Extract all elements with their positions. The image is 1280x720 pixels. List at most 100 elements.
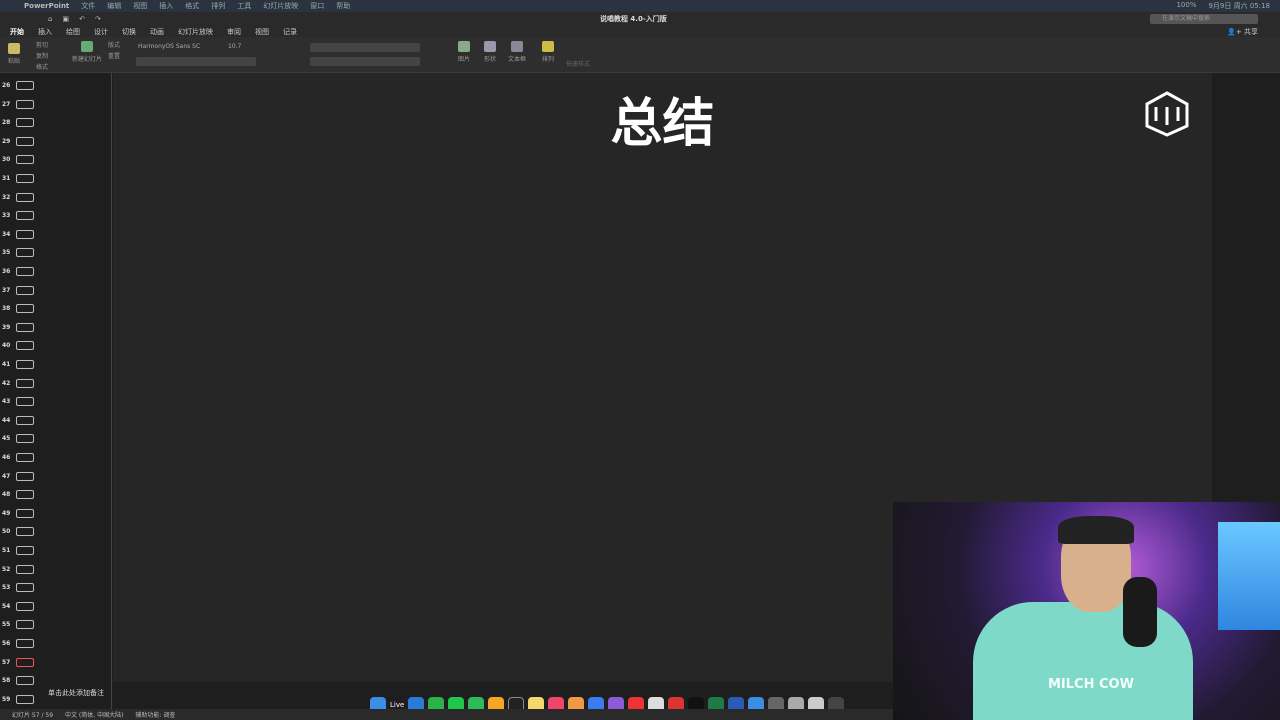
slide-thumbnail[interactable]: 55 (2, 620, 34, 630)
menu-slideshow[interactable]: 幻灯片放映 (263, 1, 298, 11)
shapes-label: 形状 (484, 56, 497, 63)
background-monitor (1218, 522, 1280, 630)
menu-arrange[interactable]: 排列 (211, 1, 225, 11)
shapes-button[interactable]: 形状 (484, 41, 496, 63)
format-painter-button[interactable]: 格式 (36, 62, 48, 71)
tab-design[interactable]: 设计 (94, 27, 108, 37)
text-format-field[interactable] (136, 57, 256, 66)
live-app[interactable]: Live (390, 701, 404, 709)
slide-thumbnail[interactable]: 58 (2, 676, 34, 686)
slide-thumbnail[interactable]: 29 (2, 136, 34, 146)
menu-window[interactable]: 窗口 (310, 1, 324, 11)
menu-file[interactable]: 文件 (81, 1, 95, 11)
slide-number: 31 (2, 175, 11, 182)
slide-thumbnail[interactable]: 37 (2, 285, 34, 295)
slide-thumbnail[interactable]: 35 (2, 248, 34, 258)
slide-thumbnail[interactable]: 52 (2, 564, 34, 574)
menu-format[interactable]: 格式 (185, 1, 199, 11)
paragraph-field[interactable] (310, 43, 420, 52)
slide-thumbnail[interactable]: 39 (2, 322, 34, 332)
slide-thumbnails[interactable]: 26 27 28 29 30 31 32 33 34 35 36 37 38 39 40 41 42 43 44 45… (0, 73, 112, 709)
slide-number: 34 (2, 230, 11, 238)
slide-thumbnail[interactable]: 56 (2, 639, 34, 648)
quick-styles-button[interactable]: 快速样式 (566, 59, 590, 68)
slide-thumbnail[interactable]: 59 (2, 694, 34, 704)
menu-view[interactable]: 视图 (133, 1, 147, 11)
slide-thumbnail[interactable]: 48 (2, 490, 34, 500)
slide-thumbnail[interactable]: 32 (2, 192, 34, 202)
language-status[interactable]: 中文 (简体, 中国大陆) (65, 710, 123, 719)
clock[interactable]: 9月9日 周六 05:18 (1208, 1, 1270, 11)
tab-review[interactable]: 审阅 (227, 27, 241, 37)
slide-thumbnail[interactable]: 54 (2, 601, 34, 611)
paste-button[interactable]: 粘贴 (8, 43, 20, 65)
slide-thumbnail[interactable]: 47 (2, 471, 34, 481)
picture-button[interactable]: 图片 (458, 41, 470, 63)
slide-thumbnail[interactable]: 38 (2, 304, 34, 314)
slide-thumbnail[interactable]: 31 (2, 174, 34, 183)
menu-bar: PowerPoint 文件 编辑 视图 插入 格式 排列 工具 幻灯片放映 窗口… (0, 0, 1280, 12)
tab-slideshow[interactable]: 幻灯片放映 (178, 27, 213, 37)
slide-title[interactable]: 总结 (113, 81, 1212, 156)
tab-view[interactable]: 视图 (255, 27, 269, 37)
slide-thumbnail[interactable]: 57 (2, 657, 34, 667)
share-button[interactable]: 👤+ 共享 (1227, 27, 1258, 37)
slide-preview (16, 322, 34, 332)
search-input[interactable]: 在演示文稿中搜索 (1150, 14, 1258, 24)
notes-placeholder[interactable]: 单击此处添加备注 (48, 688, 104, 698)
redo-icon[interactable]: ↷ (95, 15, 101, 23)
slide-thumbnail[interactable]: 28 (2, 118, 34, 128)
slide-thumbnail[interactable]: 26 (2, 81, 34, 90)
copy-button[interactable]: 复制 (36, 51, 48, 60)
slide-thumbnail[interactable]: 27 (2, 99, 34, 109)
slide-thumbnail[interactable]: 33 (2, 211, 34, 221)
slide-thumbnail[interactable]: 50 (2, 527, 34, 537)
slide-preview (16, 583, 34, 593)
slide-thumbnail[interactable]: 30 (2, 155, 34, 165)
slide-thumbnail[interactable]: 40 (2, 341, 34, 351)
app-name[interactable]: PowerPoint (24, 2, 69, 10)
slide-thumbnail[interactable]: 46 (2, 453, 34, 462)
menu-help[interactable]: 帮助 (336, 1, 350, 11)
menu-insert[interactable]: 插入 (159, 1, 173, 11)
reset-button[interactable]: 重置 (108, 51, 120, 60)
paste-icon (8, 43, 20, 54)
slide-preview (16, 546, 34, 555)
slide-thumbnail[interactable]: 42 (2, 378, 34, 388)
save-icon[interactable]: ▣ (62, 15, 69, 23)
slide-thumbnail[interactable]: 51 (2, 546, 34, 555)
tab-animations[interactable]: 动画 (150, 27, 164, 37)
textbox-button[interactable]: 文本框 (508, 41, 526, 63)
slide-thumbnail[interactable]: 45 (2, 434, 34, 444)
tab-draw[interactable]: 绘图 (66, 27, 80, 37)
new-slide-button[interactable]: 新建幻灯片 (72, 41, 102, 63)
slide-thumbnail[interactable]: 53 (2, 583, 34, 593)
accessibility-status[interactable]: 辅助功能: 调查 (135, 710, 175, 719)
menu-tools[interactable]: 工具 (237, 1, 251, 11)
slide-thumbnail[interactable]: 36 (2, 267, 34, 276)
slide-number: 32 (2, 193, 11, 201)
layout-button[interactable]: 版式 (108, 40, 120, 49)
tab-insert[interactable]: 插入 (38, 27, 52, 37)
battery-status[interactable]: 100% (1176, 1, 1196, 11)
tab-home[interactable]: 开始 (10, 27, 24, 37)
tab-transitions[interactable]: 切换 (122, 27, 136, 37)
slide-preview (16, 397, 34, 407)
undo-icon[interactable]: ↶ (79, 15, 85, 23)
arrange-button[interactable]: 排列 (542, 41, 554, 63)
font-select[interactable]: HarmonyOS Sans SC (138, 43, 200, 50)
slide-thumbnail[interactable]: 43 (2, 397, 34, 407)
font-size-select[interactable]: 10.7 (228, 43, 241, 50)
alignment-field[interactable] (310, 57, 420, 66)
menu-edit[interactable]: 编辑 (107, 1, 121, 11)
slide-thumbnail[interactable]: 41 (2, 360, 34, 369)
slide-preview (16, 192, 34, 202)
tab-record[interactable]: 记录 (283, 27, 297, 37)
slide-thumbnail[interactable]: 49 (2, 508, 34, 518)
home-icon[interactable]: ⌂ (48, 15, 52, 23)
slide-counter: 幻灯片 57 / 59 (12, 712, 54, 719)
cut-button[interactable]: 剪切 (36, 40, 48, 49)
slide-thumbnail[interactable]: 34 (2, 229, 34, 239)
slide-preview (16, 174, 34, 183)
slide-thumbnail[interactable]: 44 (2, 415, 34, 425)
